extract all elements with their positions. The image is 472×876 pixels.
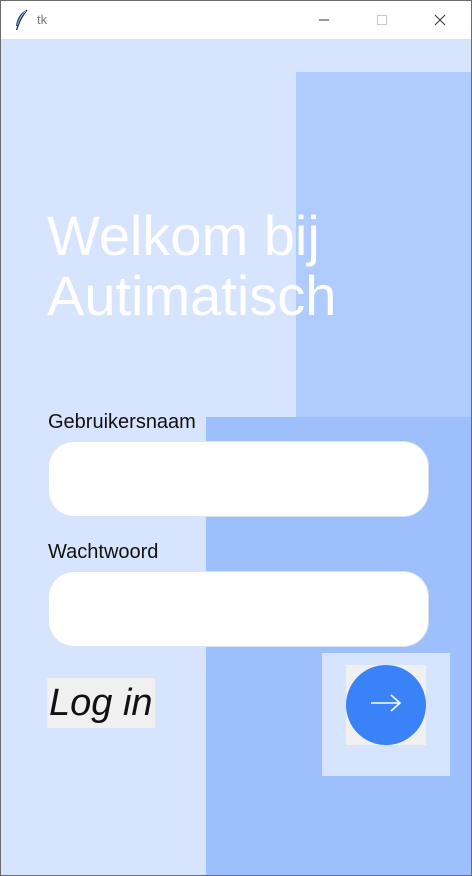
feather-icon bbox=[13, 9, 29, 31]
submit-button[interactable] bbox=[346, 665, 426, 745]
username-input[interactable] bbox=[48, 441, 429, 517]
submit-button-frame bbox=[322, 653, 450, 776]
welcome-line-2: Autimatisch bbox=[47, 264, 337, 327]
minimize-button[interactable] bbox=[301, 1, 347, 39]
app-window: tk Welkom bij Autimatisch Gebruikersnaam… bbox=[0, 0, 472, 876]
login-label: Log in bbox=[47, 678, 155, 728]
password-input[interactable] bbox=[48, 571, 429, 647]
arrow-right-icon bbox=[369, 693, 403, 718]
close-icon bbox=[434, 14, 446, 26]
welcome-line-1: Welkom bij bbox=[47, 204, 320, 267]
window-title: tk bbox=[37, 12, 48, 27]
close-button[interactable] bbox=[417, 1, 463, 39]
login-panel: Welkom bij Autimatisch Gebruikersnaam Wa… bbox=[1, 39, 471, 875]
username-label: Gebruikersnaam bbox=[48, 411, 196, 433]
maximize-button[interactable] bbox=[359, 1, 405, 39]
title-bar[interactable]: tk bbox=[1, 1, 471, 39]
maximize-icon bbox=[376, 14, 388, 26]
password-label: Wachtwoord bbox=[48, 541, 159, 563]
submit-button-backdrop bbox=[346, 665, 426, 745]
welcome-heading: Welkom bij Autimatisch bbox=[47, 206, 447, 326]
minimize-icon bbox=[318, 14, 330, 26]
